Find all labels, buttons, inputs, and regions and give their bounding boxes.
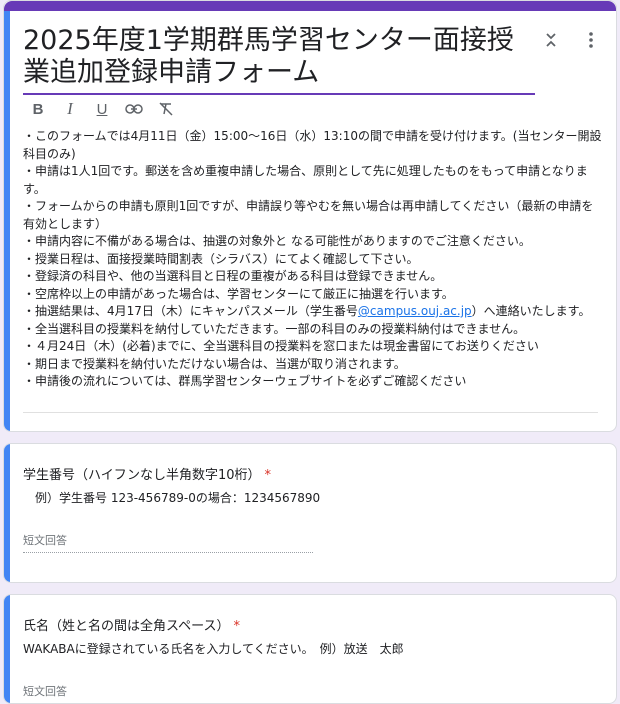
more-options-icon[interactable] [580, 29, 602, 51]
lottery-result-line: ・抽選結果は、4月17日（木）にキャンパスメール（学生番号@campus.ouj… [23, 303, 603, 321]
bold-button[interactable]: B [28, 99, 48, 119]
question-card-student-number[interactable]: 学生番号（ハイフンなし半角数字10桁） * 例）学生番号 123-456789-0… [3, 443, 617, 583]
question-help-text: 例）学生番号 123-456789-0の場合：1234567890 [35, 491, 321, 505]
question-title-text: 氏名（姓と名の間は全角スペース） [23, 619, 230, 634]
form-accent-bar [4, 1, 616, 11]
question-title-text: 学生番号（ハイフンなし半角数字10桁） [23, 468, 261, 483]
campus-mail-link[interactable]: @campus.ouj.ac.jp [358, 304, 472, 318]
description-line: ・このフォームでは4月11日（金）15:00～16日（水）13:10の間で申請を… [23, 129, 602, 161]
form-description[interactable]: ・このフォームでは4月11日（金）15:00～16日（水）13:10の間で申請を… [23, 128, 603, 391]
underline-button[interactable]: U [92, 99, 112, 119]
short-answer-field[interactable]: 短文回答 [23, 532, 313, 553]
question-indicator-bar [4, 595, 10, 703]
description-line: ・全当選科目の授業料を納付していただきます。一部の科目のみの授業料納付はできませ… [23, 321, 526, 336]
clear-format-icon[interactable] [156, 99, 176, 119]
description-line: ・登録済の科目や、他の当選科目と日程の重複がある科目は登録できません。 [23, 269, 443, 283]
description-line: ・フォームからの申請も原則1回ですが、申請誤り等やむを無い場合は再申請してくださ… [23, 199, 594, 231]
form-title-card[interactable]: 2025年度1学期群馬学習センター面接授業追加登録申請フォーム B I U ・こ… [3, 0, 617, 432]
description-line: ・４月24日（木）(必着)までに、全当選科目の授業料を窓口または現金書留にてお送… [23, 339, 539, 353]
question-title: 学生番号（ハイフンなし半角数字10桁） * [23, 464, 271, 483]
description-line: ・申請後の流れについては、群馬学習センターウェブサイトを必ずご確認ください [23, 374, 467, 388]
description-line: ・期日まで授業料を納付いただけない場合は、当選が取り消されます。 [23, 356, 406, 371]
lottery-text-after: ）へ連絡いたします。 [471, 304, 591, 318]
question-help-text: WAKABAに登録されている氏名を入力してください。 例）放送 太郎 [23, 642, 404, 656]
description-line: ・空席枠以上の申請があった場合は、学習センターにて厳正に抽選を行います。 [23, 286, 454, 301]
short-answer-field[interactable]: 短文回答 [23, 683, 313, 703]
italic-button[interactable]: I [60, 99, 80, 119]
required-asterisk: * [264, 468, 272, 483]
question-title: 氏名（姓と名の間は全角スペース） * [23, 615, 240, 634]
description-line: ・授業日程は、面接授業時間割表（シラバス）にてよく確認して下さい。 [23, 251, 419, 266]
lottery-text-before: ・抽選結果は、4月17日（木）にキャンパスメール（学生番号 [23, 304, 358, 318]
question-card-name[interactable]: 氏名（姓と名の間は全角スペース） * WAKABAに登録されている氏名を入力してく… [3, 594, 617, 704]
required-asterisk: * [233, 619, 240, 634]
collapse-icon[interactable] [540, 29, 562, 51]
description-line: ・申請は1人1回です。郵送を含め重複申請した場合、原則として先に処理したものをも… [23, 164, 588, 196]
title-card-actions [540, 29, 602, 51]
link-icon[interactable] [124, 99, 144, 119]
form-title-input[interactable]: 2025年度1学期群馬学習センター面接授業追加登録申請フォーム [23, 25, 535, 95]
question-indicator-bar [4, 444, 10, 582]
description-divider [23, 412, 598, 413]
active-card-indicator [4, 11, 10, 431]
description-line: ・申請内容に不備がある場合は、抽選の対象外と なる可能性がありますのでご注意くだ… [23, 234, 531, 248]
text-format-toolbar: B I U [28, 99, 176, 119]
